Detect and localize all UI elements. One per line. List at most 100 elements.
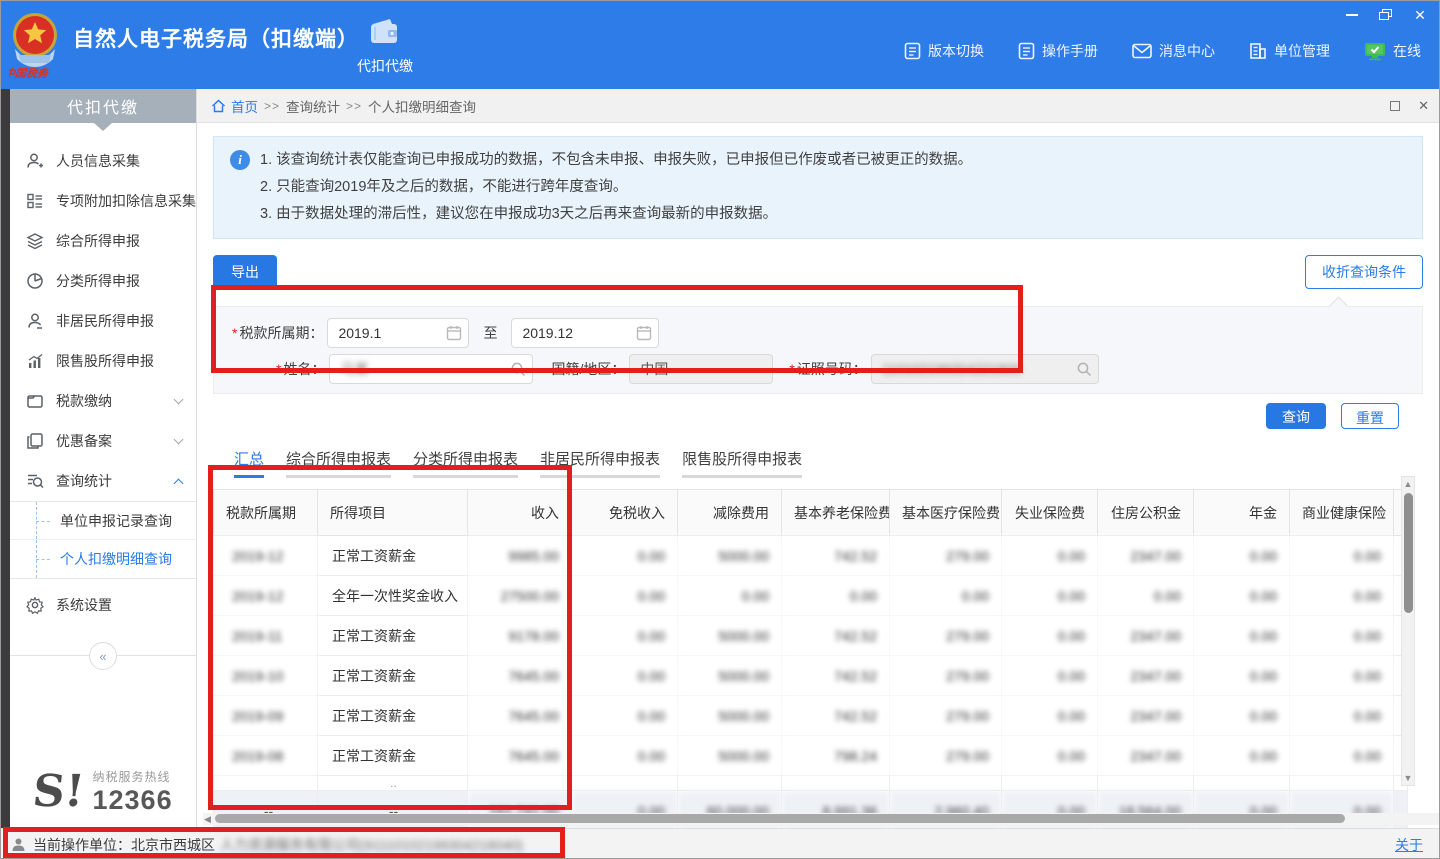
table-cell: 5000.00	[678, 736, 782, 776]
sidebar-header: 代扣代缴	[10, 89, 196, 123]
collapse-query-button[interactable]: 收折查询条件	[1305, 255, 1423, 289]
export-button[interactable]: 导出	[213, 255, 277, 289]
tax-emblem-logo: 中国税务	[9, 9, 61, 81]
sidebar-item-label: 人员信息采集	[56, 151, 182, 171]
table-cell: 2019-08	[214, 736, 318, 776]
restore-icon[interactable]	[1377, 7, 1395, 23]
menu-online-status[interactable]: 在线	[1364, 41, 1421, 61]
horizontal-scroll-thumb[interactable]	[215, 814, 1345, 823]
table-cell: 27500.00	[468, 576, 572, 616]
menu-version-switch[interactable]: 版本切换	[904, 41, 984, 61]
sidebar-item-preferential-filing[interactable]: 优惠备案	[10, 421, 196, 461]
menu-label: 操作手册	[1042, 41, 1098, 61]
period-to-value: 2019.12	[522, 325, 573, 341]
tab-comprehensive[interactable]: 综合所得申报表	[286, 448, 391, 478]
table-cell: 0.00	[572, 656, 678, 696]
minimize-icon[interactable]	[1343, 7, 1361, 23]
tab-summary[interactable]: 汇总	[234, 448, 264, 478]
scroll-down-icon[interactable]: ▼	[1402, 771, 1414, 785]
table-cell: 0.00	[1002, 576, 1098, 616]
list-grid-icon	[26, 192, 44, 210]
table-cell: 0.00	[1290, 616, 1394, 656]
breadcrumb-home[interactable]: 首页	[211, 96, 258, 116]
sidebar-item-special-deduction[interactable]: 专项附加扣除信息采集	[10, 181, 196, 221]
table-row: 2019-09正常工资薪金7645.000.005000.00742.52279…	[214, 696, 1408, 736]
sidebar-item-tax-payment[interactable]: 税款缴纳	[10, 381, 196, 421]
table-cell: 0.00	[1194, 616, 1290, 656]
sidebar-subitem-label: 个人扣缴明细查询	[60, 549, 172, 569]
sidebar-item-label: 限售股所得申报	[56, 351, 182, 371]
sidebar-item-nonresident-income[interactable]: 非居民所得申报	[10, 301, 196, 341]
calendar-icon[interactable]	[636, 325, 652, 344]
close-icon[interactable]: ✕	[1411, 7, 1429, 23]
sidebar-item-classified-income[interactable]: 分类所得申报	[10, 261, 196, 301]
period-label: 税款所属期：	[239, 325, 323, 341]
table-cell: 2347.00	[1098, 536, 1194, 576]
column-header: 免税收入	[572, 490, 678, 536]
table-cell	[572, 776, 678, 791]
table-cell: 5000.00	[678, 696, 782, 736]
sidebar-collapse-button[interactable]: «	[89, 642, 117, 670]
breadcrumb-level1[interactable]: 查询统计	[286, 96, 340, 116]
table-cell: 2019-09	[214, 696, 318, 736]
table-cell: 5000.00	[678, 536, 782, 576]
sidebar-subitem-unit-declaration-query[interactable]: 单位申报记录查询	[10, 502, 196, 540]
id-number-value: 110102199304221809	[882, 361, 1021, 377]
menu-message-center[interactable]: 消息中心	[1132, 41, 1215, 61]
query-button[interactable]: 查询	[1266, 403, 1326, 429]
table-cell	[678, 776, 782, 791]
sidebar-item-restricted-shares[interactable]: 限售股所得申报	[10, 341, 196, 381]
tab-restricted-shares[interactable]: 限售股所得申报表	[682, 448, 802, 478]
period-to-input[interactable]: 2019.12	[511, 318, 659, 348]
sidebar-item-query-statistics[interactable]: 查询统计	[10, 461, 196, 501]
menu-manual[interactable]: 操作手册	[1018, 41, 1098, 61]
table-cell: 2019-11	[214, 616, 318, 656]
table-row: 2019-12正常工资薪金9985.000.005000.00742.52279…	[214, 536, 1408, 576]
left-dark-strip	[1, 89, 10, 828]
table-cell: 7645.00	[468, 736, 572, 776]
menu-unit-management[interactable]: 单位管理	[1249, 41, 1330, 61]
column-header: 基本养老保险费	[782, 490, 890, 536]
name-label: 姓名：	[283, 361, 325, 377]
scroll-up-icon[interactable]: ▲	[1402, 477, 1414, 491]
table-cell: 全年一次性奖金收入	[318, 576, 468, 616]
vertical-scrollbar[interactable]: ▲ ▼	[1401, 476, 1415, 786]
table-cell: 7645.00	[468, 696, 572, 736]
name-input[interactable]: 马某	[329, 354, 533, 384]
table-cell: 742.52	[782, 536, 890, 576]
column-header: 所得项目	[318, 490, 468, 536]
tab-classified[interactable]: 分类所得申报表	[413, 448, 518, 478]
sidebar-item-comprehensive-income[interactable]: 综合所得申报	[10, 221, 196, 261]
search-icon[interactable]	[510, 361, 526, 380]
tab-nonresident[interactable]: 非居民所得申报表	[540, 448, 660, 478]
to-label: 至	[483, 323, 497, 343]
notice-line: 2. 只能查询2019年及之后的数据，不能进行跨年度查询。	[260, 174, 972, 201]
query-form-panel: *税款所属期： 2019.1 至 2019.12	[213, 306, 1423, 394]
vertical-scroll-thumb[interactable]	[1404, 493, 1413, 613]
horizontal-scrollbar[interactable]: ◀ ▶	[203, 813, 1439, 825]
pane-close-icon[interactable]: ✕	[1418, 98, 1429, 114]
notice-line: 3. 由于数据处理的滞后性，建议您在申报成功3天之后再来查询最新的申报数据。	[260, 201, 972, 228]
table-cell: 0.00	[572, 736, 678, 776]
table-cell: 9985.00	[468, 536, 572, 576]
pane-maximize-icon[interactable]	[1390, 101, 1400, 111]
person-plus-icon	[26, 152, 44, 170]
calendar-icon[interactable]	[446, 325, 462, 344]
about-link[interactable]: 关于	[1395, 835, 1423, 855]
table-cell: 正常工资薪金	[318, 696, 468, 736]
search-icon[interactable]	[1076, 361, 1092, 380]
table-cell: 742.52	[782, 656, 890, 696]
sidebar-subitem-personal-withholding-query[interactable]: 个人扣缴明细查询	[10, 540, 196, 578]
sidebar-item-label: 专项附加扣除信息采集	[56, 191, 196, 211]
sidebar-item-personnel-info[interactable]: 人员信息采集	[10, 141, 196, 181]
table-cell	[890, 776, 1002, 791]
table-row: 2019-11正常工资薪金9178.000.005000.00742.52279…	[214, 616, 1408, 656]
table-cell: 0.00	[1194, 736, 1290, 776]
module-tab-daikoudaijiao[interactable]: 代扣代缴	[349, 17, 421, 76]
table-row: 2019-08正常工资薪金7645.000.005000.00798.24279…	[214, 736, 1408, 776]
notice-box: i 1. 该查询统计表仅能查询已申报成功的数据，不包含未申报、申报失败，已申报但…	[213, 136, 1423, 239]
reset-button[interactable]: 重置	[1341, 403, 1399, 429]
scroll-left-icon[interactable]: ◀	[204, 814, 211, 825]
period-from-input[interactable]: 2019.1	[327, 318, 469, 348]
sidebar-item-system-settings[interactable]: 系统设置	[10, 585, 196, 625]
